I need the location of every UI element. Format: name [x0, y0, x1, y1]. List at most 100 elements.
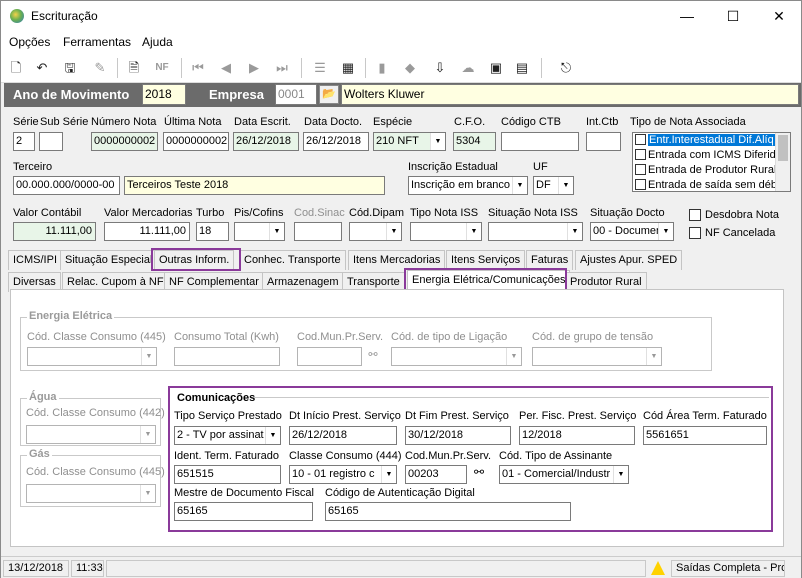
- codigo-ctb-input[interactable]: [501, 132, 579, 151]
- last-record-icon[interactable]: ⏭: [273, 59, 291, 77]
- cib-icon[interactable]: ▣: [487, 59, 505, 77]
- dt-inicio-input[interactable]: 26/12/2018: [289, 426, 397, 445]
- tag-icon[interactable]: ◆: [401, 59, 419, 77]
- valor-contabil-input[interactable]: 11.111,00: [13, 222, 96, 241]
- binoculars-icon[interactable]: ⚯: [470, 465, 488, 482]
- sit-iss-select[interactable]: ▼: [488, 222, 583, 241]
- valor-merc-input[interactable]: 11.111,00: [104, 222, 190, 241]
- folder-open-icon[interactable]: 📂: [319, 85, 339, 104]
- checkbox[interactable]: [635, 149, 646, 160]
- tab-itens-mercadorias[interactable]: Itens Mercadorias: [348, 250, 446, 270]
- undo-icon[interactable]: ↶: [33, 59, 51, 77]
- dt-fim-input[interactable]: 30/12/2018: [405, 426, 511, 445]
- tipo-servico-select[interactable]: 2 - TV por assinat ▼: [174, 426, 281, 445]
- terceiro-code-input[interactable]: 00.000.000/0000-00: [13, 176, 120, 195]
- tab-conhec-transporte[interactable]: Conhec. Transporte: [239, 250, 346, 270]
- chevron-down-icon[interactable]: ▼: [140, 485, 155, 502]
- serie-input[interactable]: 2: [13, 132, 35, 151]
- int-ctb-input[interactable]: [586, 132, 621, 151]
- chevron-down-icon[interactable]: ▼: [381, 466, 396, 483]
- list-item[interactable]: Entrada com ICMS Diferido: [633, 148, 790, 163]
- numero-input[interactable]: 0000000002: [91, 132, 158, 151]
- import-icon[interactable]: ⇩: [431, 59, 449, 77]
- chevron-down-icon[interactable]: ▼: [506, 348, 521, 365]
- tab-ajustes-sped[interactable]: Ajustes Apur. SPED: [575, 250, 683, 270]
- device-icon[interactable]: ▤: [513, 59, 531, 77]
- save-icon[interactable]: 🖫: [61, 59, 79, 77]
- cod-sinac-input[interactable]: [294, 222, 342, 241]
- tab-situacao-especial[interactable]: Situação Especial: [60, 250, 158, 270]
- cod-area-input[interactable]: 5561651: [643, 426, 767, 445]
- previous-record-icon[interactable]: ◀: [217, 59, 235, 77]
- pis-select[interactable]: ▼: [234, 222, 285, 241]
- list-item[interactable]: Entr.Interestadual Dif.Alíq: [633, 133, 790, 148]
- ultima-input[interactable]: 0000000002: [163, 132, 229, 151]
- chevron-down-icon[interactable]: ▼: [140, 426, 155, 443]
- cfo-input[interactable]: 5304: [453, 132, 496, 151]
- tipo-iss-select[interactable]: ▼: [410, 222, 482, 241]
- checkbox[interactable]: [635, 134, 646, 145]
- desdobra-checkbox[interactable]: [689, 209, 701, 221]
- list-icon[interactable]: ☰: [311, 59, 329, 77]
- list-item[interactable]: Entrada de saída sem débi: [633, 178, 790, 191]
- tipo-assinante-select[interactable]: 01 - Comercial/Industr ▼: [499, 465, 629, 484]
- uf-select[interactable]: DF ▼: [533, 176, 574, 195]
- menu-ajuda[interactable]: Ajuda: [142, 35, 173, 49]
- mestre-input[interactable]: 65165: [174, 502, 313, 521]
- chevron-down-icon[interactable]: ▼: [512, 177, 527, 194]
- ident-input[interactable]: 651515: [174, 465, 281, 484]
- codmun-input[interactable]: 00203: [405, 465, 467, 484]
- subserie-input[interactable]: [39, 132, 63, 151]
- delete-icon[interactable]: ✎: [91, 59, 109, 77]
- print-preview-icon[interactable]: 🗎: [125, 59, 143, 77]
- chevron-down-icon[interactable]: ▼: [269, 223, 284, 240]
- autent-input[interactable]: 65165: [325, 502, 571, 521]
- classe-consumo-select[interactable]: 10 - 01 registro c ▼: [289, 465, 397, 484]
- list-item[interactable]: Entrada de Produtor Rural: [633, 163, 790, 178]
- chevron-down-icon[interactable]: ▼: [466, 223, 481, 240]
- minimize-button[interactable]: —: [664, 1, 710, 31]
- energia-classe-select[interactable]: ▼: [27, 347, 157, 366]
- folder-icon[interactable]: ▮: [373, 59, 391, 77]
- chevron-down-icon[interactable]: ▼: [141, 348, 156, 365]
- cancelada-checkbox[interactable]: [689, 227, 701, 239]
- menu-opcoes[interactable]: Opções: [9, 35, 50, 49]
- tab-itens-servicos[interactable]: Itens Serviços: [446, 250, 526, 270]
- tipo-nota-list[interactable]: Entr.Interestadual Dif.Alíq Entrada com …: [632, 132, 791, 192]
- chevron-down-icon[interactable]: ▼: [265, 427, 280, 444]
- checkbox[interactable]: [635, 164, 646, 175]
- next-record-icon[interactable]: ▶: [245, 59, 263, 77]
- data-docto-input[interactable]: 26/12/2018: [303, 132, 369, 151]
- energia-codmun-input[interactable]: [297, 347, 362, 366]
- chevron-down-icon[interactable]: ▼: [658, 223, 673, 240]
- gas-classe-select[interactable]: ▼: [26, 484, 156, 503]
- binoculars-icon[interactable]: ⚯: [364, 348, 382, 365]
- checkbox[interactable]: [635, 179, 646, 190]
- chevron-down-icon[interactable]: ▼: [613, 466, 628, 483]
- list-scrollbar[interactable]: [775, 133, 790, 191]
- energia-consumo-input[interactable]: [174, 347, 280, 366]
- cod-dipam-select[interactable]: ▼: [349, 222, 402, 241]
- sit-docto-select[interactable]: 00 - Documen ▼: [590, 222, 674, 241]
- chevron-down-icon[interactable]: ▼: [386, 223, 401, 240]
- chevron-down-icon[interactable]: ▼: [567, 223, 582, 240]
- new-document-icon[interactable]: 🗋: [7, 59, 25, 77]
- tab-icms-ipi[interactable]: ICMS/IPI: [8, 250, 63, 270]
- maximize-button[interactable]: ☐: [710, 1, 756, 31]
- exit-icon[interactable]: ⎋: [557, 59, 575, 77]
- first-record-icon[interactable]: ⏮: [189, 59, 207, 77]
- nfe-icon[interactable]: NF: [153, 59, 171, 77]
- close-button[interactable]: ✕: [756, 1, 802, 31]
- turbo-input[interactable]: 18: [196, 222, 229, 241]
- tab-faturas[interactable]: Faturas: [526, 250, 574, 270]
- data-escrit-input[interactable]: 26/12/2018: [233, 132, 299, 151]
- especie-select[interactable]: 210 NFT ▼: [373, 132, 446, 151]
- calculator-icon[interactable]: ▦: [339, 59, 357, 77]
- empresa-code-input[interactable]: 0001: [275, 84, 317, 105]
- energia-ligacao-select[interactable]: ▼: [391, 347, 522, 366]
- scrollbar-thumb[interactable]: [778, 135, 788, 161]
- agua-classe-select[interactable]: ▼: [26, 425, 156, 444]
- menu-ferramentas[interactable]: Ferramentas: [63, 35, 131, 49]
- inscricao-select[interactable]: Inscrição em branco ▼: [408, 176, 528, 195]
- chevron-down-icon[interactable]: ▼: [558, 177, 573, 194]
